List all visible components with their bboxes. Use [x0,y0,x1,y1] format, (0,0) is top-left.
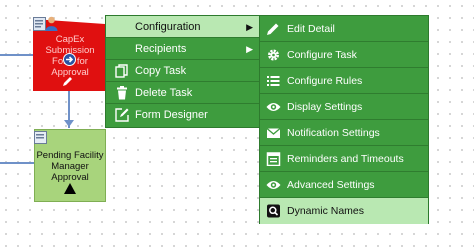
arrow-circle-icon[interactable] [63,53,76,66]
configuration-submenu: Edit Detail Configure Task Configure Rul… [259,15,429,224]
submenu-item-notification-settings[interactable]: Notification Settings [260,120,428,146]
menu-item-form-designer[interactable]: Form Designer [106,104,259,126]
submenu-item-label: Notification Settings [287,127,380,139]
copy-icon [115,64,128,78]
submenu-item-label: Dynamic Names [287,205,365,217]
pencil-icon [267,23,279,35]
task-node-label: Pending Facility Manager Approval [36,150,104,183]
submenu-item-advanced-settings[interactable]: Advanced Settings [260,172,428,198]
form-icon [34,131,47,144]
menu-item-label: Delete Task [135,87,193,99]
submenu-item-label: Reminders and Timeouts [287,153,404,165]
menu-item-label: Copy Task [135,65,187,77]
submenu-item-configure-task[interactable]: Configure Task [260,42,428,68]
menu-item-recipients[interactable]: Recipients ▶ [106,38,259,60]
menu-item-delete-task[interactable]: Delete Task [106,82,259,104]
gear-icon [268,49,279,61]
eye-icon [266,181,281,189]
submenu-item-display-settings[interactable]: Display Settings [260,94,428,120]
envelope-icon [266,128,281,138]
list-icon [267,76,280,86]
caret-right-icon: ▶ [246,22,253,32]
menu-item-label: Form Designer [135,109,208,121]
search-icon [267,204,280,218]
menu-item-copy-task[interactable]: Copy Task [106,60,259,82]
connector-line [0,54,33,56]
user-icon [45,16,58,31]
triangle-up-icon [64,183,76,194]
submenu-item-label: Edit Detail [287,23,335,35]
submenu-item-label: Display Settings [287,101,363,113]
menu-item-configuration[interactable]: Configuration ▶ [106,16,259,38]
edit-box-icon [115,108,129,122]
submenu-item-edit-detail[interactable]: Edit Detail [260,16,428,42]
submenu-item-label: Configure Task [287,49,357,61]
submenu-item-label: Configure Rules [287,75,363,87]
calendar-icon [266,152,281,166]
pencil-icon[interactable] [62,75,74,87]
trash-icon [117,86,127,100]
eye-icon [266,103,281,111]
menu-item-label: Configuration [135,21,201,33]
menu-item-label: Recipients [135,43,187,55]
context-menu: Configuration ▶ Recipients ▶ Copy Task D… [105,15,260,128]
connector-line [0,162,34,164]
caret-right-icon: ▶ [246,44,253,54]
arrow-down-icon [64,120,74,127]
submenu-item-configure-rules[interactable]: Configure Rules [260,68,428,94]
submenu-item-label: Advanced Settings [287,179,375,191]
submenu-item-reminders-timeouts[interactable]: Reminders and Timeouts [260,146,428,172]
submenu-item-dynamic-names[interactable]: Dynamic Names [260,198,428,224]
